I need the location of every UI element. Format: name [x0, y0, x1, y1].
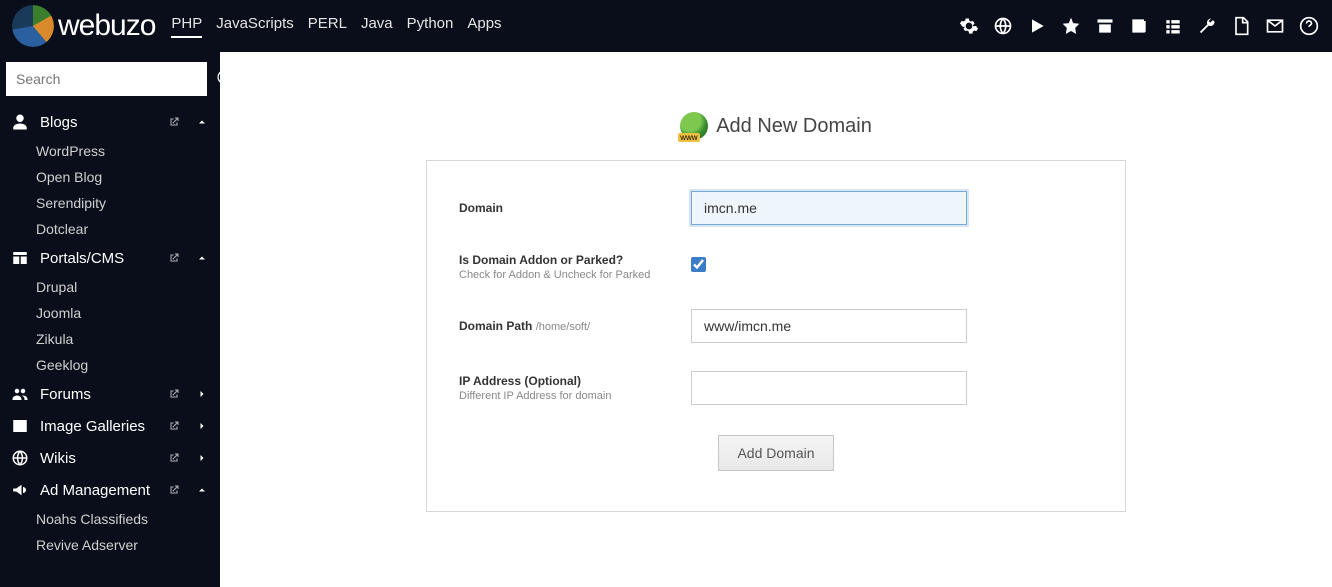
- megaphone-icon: [10, 481, 30, 499]
- settings-icon[interactable]: [958, 15, 980, 37]
- sidebar: Blogs WordPress Open Blog Serendipity Do…: [0, 52, 220, 587]
- button-row: Add Domain: [459, 435, 1093, 471]
- image-icon: [10, 417, 30, 435]
- popout-icon[interactable]: [168, 387, 182, 401]
- path-label-text: Domain Path: [459, 319, 532, 333]
- nav-java[interactable]: Java: [361, 15, 393, 38]
- sidebar-ad-items: Noahs Classifieds Revive Adserver: [0, 506, 220, 558]
- user-icon: [10, 113, 30, 131]
- addon-checkbox[interactable]: [691, 257, 706, 272]
- path-hint-text: /home/soft/: [536, 321, 590, 333]
- domain-label: Domain: [459, 201, 691, 215]
- popout-icon[interactable]: [168, 451, 182, 465]
- sidebar-item-drupal[interactable]: Drupal: [36, 274, 220, 300]
- help-icon[interactable]: [1298, 15, 1320, 37]
- logo-icon: [12, 5, 54, 47]
- sidebar-cat-label: Image Galleries: [40, 418, 145, 435]
- sidebar-item-dotclear[interactable]: Dotclear: [36, 216, 220, 242]
- row-domain: Domain: [459, 191, 1093, 225]
- chevron-right-icon: [196, 451, 210, 465]
- ip-sub-text: Different IP Address for domain: [459, 390, 691, 402]
- wrench-icon[interactable]: [1196, 15, 1218, 37]
- mail-icon[interactable]: [1264, 15, 1286, 37]
- domain-globe-icon: [680, 112, 708, 140]
- top-nav: PHP JavaScripts PERL Java Python Apps: [171, 15, 501, 38]
- chevron-right-icon: [196, 387, 210, 401]
- logo-text: webuzo: [58, 9, 155, 43]
- star-icon[interactable]: [1060, 15, 1082, 37]
- nav-python[interactable]: Python: [407, 15, 454, 38]
- chevron-up-icon: [196, 483, 210, 497]
- sidebar-item-revive[interactable]: Revive Adserver: [36, 532, 220, 558]
- sidebar-item-serendipity[interactable]: Serendipity: [36, 190, 220, 216]
- chevron-right-icon: [196, 419, 210, 433]
- sidebar-cat-label: Wikis: [40, 450, 76, 467]
- page-title-row: Add New Domain: [220, 112, 1332, 140]
- users-icon: [10, 385, 30, 403]
- nav-php[interactable]: PHP: [171, 15, 202, 38]
- logo[interactable]: webuzo: [12, 5, 155, 47]
- news-icon[interactable]: [1128, 15, 1150, 37]
- ip-input[interactable]: [691, 371, 967, 405]
- form-panel: Domain Is Domain Addon or Parked? Check …: [426, 160, 1126, 512]
- domain-input[interactable]: [691, 191, 967, 225]
- ip-label: IP Address (Optional) Different IP Addre…: [459, 374, 691, 402]
- popout-icon[interactable]: [168, 251, 182, 265]
- search-input[interactable]: [6, 62, 207, 96]
- popout-icon[interactable]: [168, 483, 182, 497]
- sidebar-item-wordpress[interactable]: WordPress: [36, 138, 220, 164]
- chevron-up-icon: [196, 115, 210, 129]
- path-label: Domain Path /home/soft/: [459, 319, 691, 333]
- row-ip: IP Address (Optional) Different IP Addre…: [459, 371, 1093, 405]
- sidebar-cat-label: Forums: [40, 386, 91, 403]
- sidebar-item-noahs[interactable]: Noahs Classifieds: [36, 506, 220, 532]
- row-addon: Is Domain Addon or Parked? Check for Add…: [459, 253, 1093, 281]
- search-row: [0, 52, 220, 106]
- addon-label: Is Domain Addon or Parked? Check for Add…: [459, 253, 691, 281]
- www-icon[interactable]: [992, 15, 1014, 37]
- sidebar-cat-label: Portals/CMS: [40, 250, 124, 267]
- top-toolbar: [958, 15, 1320, 37]
- sidebar-cat-blogs[interactable]: Blogs: [0, 106, 220, 138]
- sidebar-blogs-items: WordPress Open Blog Serendipity Dotclear: [0, 138, 220, 242]
- portal-icon: [10, 249, 30, 267]
- nav-apps[interactable]: Apps: [467, 15, 501, 38]
- sidebar-item-zikula[interactable]: Zikula: [36, 326, 220, 352]
- topbar: webuzo PHP JavaScripts PERL Java Python …: [0, 0, 1332, 52]
- sidebar-cat-forums[interactable]: Forums: [0, 378, 220, 410]
- add-domain-button[interactable]: Add Domain: [718, 435, 833, 471]
- sidebar-cat-images[interactable]: Image Galleries: [0, 410, 220, 442]
- ip-label-text: IP Address (Optional): [459, 374, 581, 388]
- path-input[interactable]: [691, 309, 967, 343]
- sidebar-cat-portals[interactable]: Portals/CMS: [0, 242, 220, 274]
- page-title: Add New Domain: [716, 115, 872, 138]
- sidebar-item-geeklog[interactable]: Geeklog: [36, 352, 220, 378]
- sidebar-item-openblog[interactable]: Open Blog: [36, 164, 220, 190]
- archive-icon[interactable]: [1094, 15, 1116, 37]
- file-icon[interactable]: [1230, 15, 1252, 37]
- sidebar-cat-wikis[interactable]: Wikis: [0, 442, 220, 474]
- addon-label-text: Is Domain Addon or Parked?: [459, 253, 623, 267]
- list-icon[interactable]: [1162, 15, 1184, 37]
- nav-perl[interactable]: PERL: [308, 15, 347, 38]
- popout-icon[interactable]: [168, 419, 182, 433]
- nav-javascripts[interactable]: JavaScripts: [216, 15, 294, 38]
- addon-sub-text: Check for Addon & Uncheck for Parked: [459, 269, 691, 281]
- main-content: Add New Domain Domain Is Domain Addon or…: [220, 52, 1332, 587]
- sidebar-cat-label: Blogs: [40, 114, 78, 131]
- chevron-up-icon: [196, 251, 210, 265]
- sidebar-cat-ad[interactable]: Ad Management: [0, 474, 220, 506]
- sidebar-portals-items: Drupal Joomla Zikula Geeklog: [0, 274, 220, 378]
- sidebar-cat-label: Ad Management: [40, 482, 150, 499]
- popout-icon[interactable]: [168, 115, 182, 129]
- sidebar-item-joomla[interactable]: Joomla: [36, 300, 220, 326]
- row-path: Domain Path /home/soft/: [459, 309, 1093, 343]
- play-icon[interactable]: [1026, 15, 1048, 37]
- globe-icon: [10, 449, 30, 467]
